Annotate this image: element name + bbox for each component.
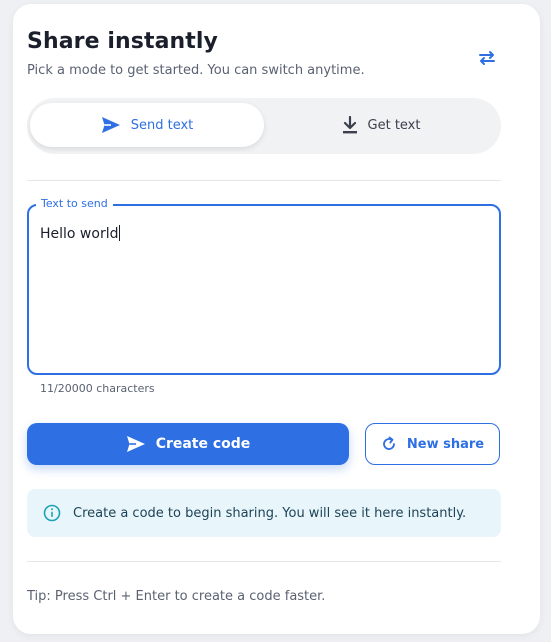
swap-arrows-icon [479,51,495,65]
info-text: Create a code to begin sharing. You will… [73,505,467,521]
shortcut-tip: Tip: Press Ctrl + Enter to create a code… [27,589,326,604]
textarea-label: Text to send [36,197,113,210]
tab-get-text-label: Get text [367,117,421,133]
swap-mode-button[interactable] [475,46,499,70]
tab-send-text[interactable]: Send text [30,103,264,147]
create-code-button[interactable]: Create code [27,423,349,465]
tab-send-text-label: Send text [130,117,194,133]
new-share-label: New share [406,436,485,452]
download-icon [342,116,357,134]
mode-switcher: Send text Get text [27,98,501,154]
textarea-value[interactable]: Hello world [40,225,121,242]
text-caret [119,225,121,241]
tab-get-text[interactable]: Get text [264,103,498,147]
create-code-label: Create code [155,436,251,452]
character-counter: 11/20000 characters [40,382,155,395]
send-icon [101,117,120,133]
new-share-button[interactable]: New share [365,423,500,465]
page-subtitle: Pick a mode to get started. You can swit… [27,63,365,78]
page-title: Share instantly [27,29,219,54]
info-banner: Create a code to begin sharing. You will… [27,489,501,537]
send-icon [126,436,145,452]
divider [27,180,501,181]
info-icon [43,504,61,522]
divider [27,561,501,562]
refresh-icon [382,436,395,450]
